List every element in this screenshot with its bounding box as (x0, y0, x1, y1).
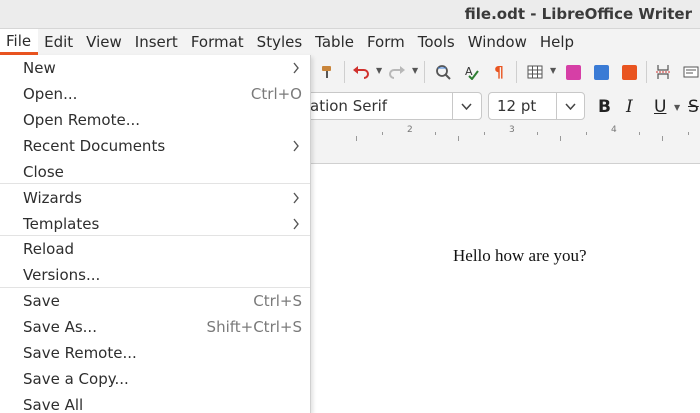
font-name-value: ation Serif (310, 97, 388, 115)
menu-view[interactable]: View (80, 29, 129, 55)
menu-item-label: Templates (23, 215, 100, 233)
file-menu-open-remote[interactable]: Open Remote... (0, 107, 310, 133)
italic-button[interactable]: I (626, 97, 633, 117)
clone-formatting-icon[interactable] (316, 61, 338, 83)
insert-text-box-icon[interactable] (618, 61, 640, 83)
undo-dropdown-icon[interactable]: ▼ (376, 66, 382, 75)
spelling-icon[interactable]: A (460, 61, 482, 83)
ruler-label: 2 (407, 125, 413, 135)
file-menu-wizards[interactable]: Wizards (0, 185, 310, 211)
menu-bar: File Edit View Insert Format Styles Tabl… (0, 29, 700, 55)
menu-styles[interactable]: Styles (251, 29, 310, 55)
file-menu-reload[interactable]: Reload (0, 236, 310, 262)
menu-insert[interactable]: Insert (129, 29, 185, 55)
insert-field-icon[interactable] (680, 61, 700, 83)
standard-toolbar: ▼ ▼ A ¶ ▼ (310, 55, 700, 89)
title-bar: file.odt - LibreOffice Writer (0, 0, 700, 29)
document-text[interactable]: Hello how are you? (453, 246, 587, 266)
menu-window[interactable]: Window (462, 29, 534, 55)
menu-table[interactable]: Table (309, 29, 361, 55)
document-page[interactable]: Hello how are you? (310, 164, 700, 413)
strikethrough-button[interactable]: S (688, 97, 699, 117)
shortcut-label: Shift+Ctrl+S (206, 318, 302, 336)
menu-edit[interactable]: Edit (38, 29, 80, 55)
ruler-label: 4 (611, 125, 617, 135)
menu-item-label: Save As... (23, 318, 97, 336)
menu-form[interactable]: Form (361, 29, 412, 55)
insert-page-break-icon[interactable] (652, 61, 674, 83)
file-menu-save-as[interactable]: Save As... Shift+Ctrl+S (0, 314, 310, 340)
menu-item-label: Save All (23, 396, 84, 413)
file-menu-save-all[interactable]: Save All (0, 392, 310, 413)
undo-icon[interactable] (350, 61, 372, 83)
font-name-dropdown-icon[interactable] (452, 93, 480, 119)
chevron-right-icon (293, 140, 299, 152)
font-size-combobox[interactable]: 12 pt (488, 92, 585, 120)
menu-file[interactable]: File (0, 29, 39, 55)
find-replace-icon[interactable] (432, 61, 454, 83)
font-name-combobox[interactable]: ation Serif (310, 92, 482, 120)
menu-item-label: Open... (23, 85, 78, 103)
menu-item-label: Save Remote... (23, 344, 137, 362)
file-menu-open[interactable]: Open... Ctrl+O (0, 81, 310, 107)
file-menu-close[interactable]: Close (0, 159, 310, 185)
redo-dropdown-icon[interactable]: ▼ (412, 66, 418, 75)
chevron-right-icon (293, 62, 299, 74)
font-size-dropdown-icon[interactable] (556, 93, 584, 119)
file-menu-versions[interactable]: Versions... (0, 262, 310, 288)
menu-item-label: Save (23, 292, 60, 310)
shortcut-label: Ctrl+O (250, 85, 302, 103)
file-menu-recent-documents[interactable]: Recent Documents (0, 133, 310, 159)
menu-item-label: Save a Copy... (23, 370, 129, 388)
font-size-value: 12 pt (497, 97, 537, 115)
file-menu-new[interactable]: New (0, 55, 310, 81)
redo-icon[interactable] (386, 61, 408, 83)
formatting-toolbar: ation Serif 12 pt B I U ▼ S (310, 89, 700, 123)
menu-item-label: New (23, 59, 56, 77)
menu-tools[interactable]: Tools (412, 29, 462, 55)
insert-image-icon[interactable] (562, 61, 584, 83)
page-margin-area (310, 142, 700, 164)
file-menu-save-remote[interactable]: Save Remote... (0, 340, 310, 366)
menu-help[interactable]: Help (534, 29, 581, 55)
window-title: file.odt - LibreOffice Writer (464, 5, 692, 23)
file-menu-templates[interactable]: Templates (0, 211, 310, 237)
file-menu: New Open... Ctrl+O Open Remote... Recent… (0, 55, 311, 413)
bold-button[interactable]: B (598, 97, 611, 117)
horizontal-ruler[interactable]: 2 3 4 (310, 123, 700, 142)
chevron-right-icon (293, 192, 299, 204)
chevron-right-icon (293, 218, 299, 230)
insert-table-dropdown-icon[interactable]: ▼ (550, 66, 556, 75)
menu-item-label: Reload (23, 240, 75, 258)
file-menu-save-a-copy[interactable]: Save a Copy... (0, 366, 310, 392)
formatting-marks-icon[interactable]: ¶ (488, 61, 510, 83)
ruler-label: 3 (509, 125, 515, 135)
insert-table-icon[interactable] (524, 61, 546, 83)
insert-chart-icon[interactable] (590, 61, 612, 83)
menu-item-label: Recent Documents (23, 137, 166, 155)
underline-button[interactable]: U (654, 97, 666, 117)
underline-dropdown-icon[interactable]: ▼ (674, 103, 680, 112)
file-menu-save[interactable]: Save Ctrl+S (0, 288, 310, 314)
menu-item-label: Close (23, 163, 64, 181)
menu-item-label: Wizards (23, 189, 82, 207)
shortcut-label: Ctrl+S (253, 292, 302, 310)
menu-format[interactable]: Format (185, 29, 251, 55)
menu-item-label: Versions... (23, 266, 101, 284)
menu-separator (0, 183, 310, 184)
menu-item-label: Open Remote... (23, 111, 141, 129)
